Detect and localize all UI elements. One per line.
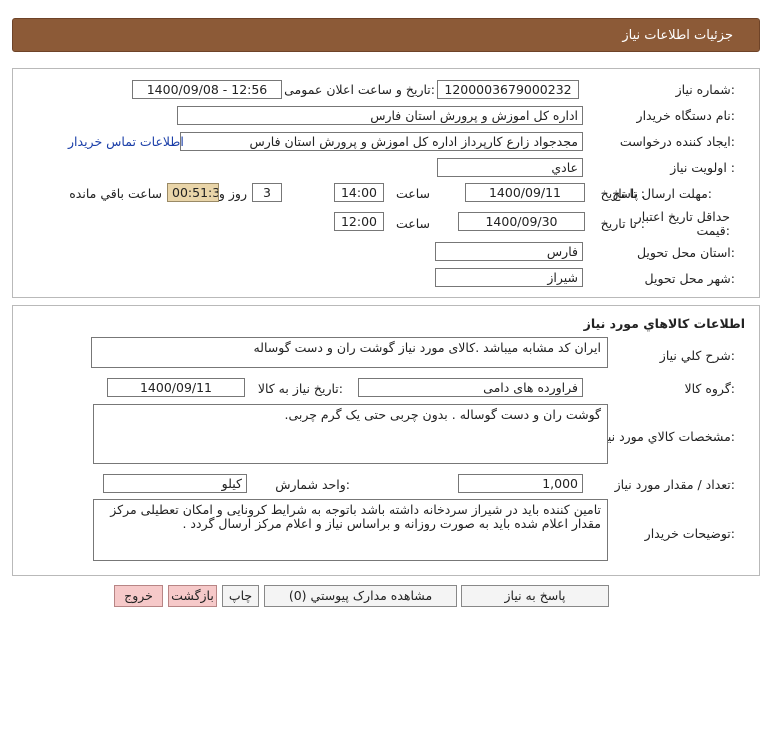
general-desc-label: شرح کلي نياز:: [659, 348, 735, 363]
reply-time-field: 14:00: [334, 183, 384, 202]
validity-time-label: ساعت: [395, 216, 430, 231]
buyer-contact-link[interactable]: اطلاعات تماس خریدار: [68, 134, 184, 149]
validity-date-field: 1400/09/30: [458, 212, 585, 231]
goods-section-title: اطلاعات کالاهاي مورد نياز: [583, 316, 745, 331]
page-header: جزئیات اطلاعات نیاز: [12, 18, 760, 52]
need-date-field: 1400/09/11: [107, 378, 245, 397]
reply-date-field: 1400/09/11: [465, 183, 585, 202]
unit-label: واحد شمارش:: [275, 477, 350, 492]
back-button[interactable]: بازگشت: [168, 585, 217, 607]
remaining-label: ساعت باقي مانده: [69, 186, 162, 201]
unit-field: کیلو: [103, 474, 247, 493]
validity-label: حداقل تاریخ اعتبار: [635, 209, 730, 224]
province-field: فارس: [435, 242, 583, 261]
page-title: جزئیات اطلاعات نیاز: [622, 28, 733, 43]
creator-label: ایجاد کننده درخواست:: [619, 134, 735, 149]
announce-field: 1400/09/08 - 12:56: [132, 80, 282, 99]
validity-to-date-label: تا تاریخ :: [600, 216, 645, 231]
print-button[interactable]: چاپ: [222, 585, 259, 607]
buyer-org-label: نام دستگاه خریدار:: [636, 108, 735, 123]
reply-to-date-label: تا تاریخ :: [600, 186, 645, 201]
quantity-field: 1,000: [458, 474, 583, 493]
goods-group-field: فراورده های دامی: [358, 378, 583, 397]
quantity-label: تعداد / مقدار مورد نیاز:: [614, 477, 735, 492]
exit-button[interactable]: خروج: [114, 585, 163, 607]
validity-label-2: قیمت:: [696, 223, 730, 238]
need-info-panel: [12, 68, 760, 298]
priority-field: عادي: [437, 158, 583, 177]
view-attachments-button[interactable]: مشاهده مدارک پیوستي (0): [264, 585, 457, 607]
need-date-label: تاریخ نیاز به کالا:: [257, 381, 343, 396]
creator-field: مجدجواد زارع کارپرداز اداره کل اموزش و پ…: [180, 132, 583, 151]
general-desc-field: ایران کد مشابه میباشد .کالای مورد نیاز گ…: [91, 337, 608, 368]
buyer-org-field: اداره کل اموزش و پرورش استان فارس: [177, 106, 583, 125]
buyer-notes-label: توضیحات خریدار:: [644, 526, 735, 541]
reply-button[interactable]: پاسخ به نیاز: [461, 585, 609, 607]
days-field: 3: [252, 183, 282, 202]
days-label: روز و: [218, 186, 247, 201]
need-number-field: 1200003679000232: [437, 80, 579, 99]
remaining-time-field: 00:51:34: [167, 183, 219, 202]
goods-group-label: گروه کالا:: [684, 381, 735, 396]
city-field: شیراز: [435, 268, 583, 287]
announce-label: تاریخ و ساعت اعلان عمومی:: [284, 82, 435, 97]
priority-label: اولویت نیاز :: [670, 160, 735, 175]
city-label: شهر محل تحویل:: [644, 271, 735, 286]
reply-time-label: ساعت: [395, 186, 430, 201]
need-number-label: شماره نیاز:: [675, 82, 735, 97]
validity-time-field: 12:00: [334, 212, 384, 231]
buyer-notes-field: تامین کننده باید در شیراز سردخانه داشته …: [93, 499, 608, 561]
province-label: استان محل تحویل:: [636, 245, 735, 260]
specs-field: گوشت ران و دست گوساله . بدون چربی حتی یک…: [93, 404, 608, 464]
specs-label: مشخصات کالاي مورد نياز:: [598, 429, 735, 444]
